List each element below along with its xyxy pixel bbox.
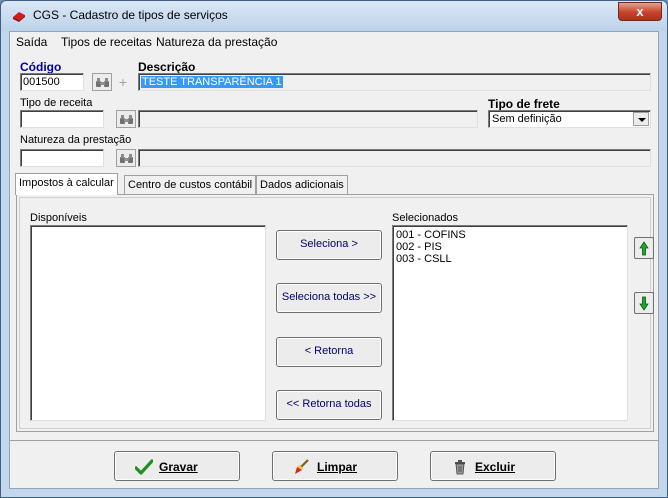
move-up-button[interactable] xyxy=(634,237,654,259)
disponiveis-list[interactable] xyxy=(30,225,266,421)
limpar-label: Limpar xyxy=(317,460,358,474)
seleciona-button[interactable]: Seleciona > xyxy=(276,230,382,260)
menu-bar: Saída Tipos de receitas Natureza da pres… xyxy=(10,32,658,52)
checkmark-icon xyxy=(135,459,153,475)
tab-centro-custos[interactable]: Centro de custos contábil xyxy=(124,175,257,195)
app-logo-icon xyxy=(13,12,25,22)
tab-dados-adicionais[interactable]: Dados adicionais xyxy=(256,175,348,195)
list-item[interactable]: 003 - CSLL xyxy=(393,253,627,265)
app-window: CGS - Cadastro de tipos de serviços x Sa… xyxy=(0,0,668,498)
gravar-button[interactable]: Gravar xyxy=(114,451,240,481)
tipo-frete-value: Sem definição xyxy=(492,113,562,125)
tipo-frete-label: Tipo de frete xyxy=(488,97,560,111)
list-item[interactable]: 001 - COFINS xyxy=(393,229,627,241)
codigo-search-button[interactable] xyxy=(92,73,112,91)
natureza-search-button[interactable] xyxy=(116,149,136,167)
disponiveis-label: Disponíveis xyxy=(30,212,87,224)
excluir-label: Excluir xyxy=(475,460,516,474)
panel-frame: Disponíveis Seleciona > Seleciona todas … xyxy=(19,197,654,429)
descricao-input[interactable]: TESTE TRANSPARÊNCIA 1 xyxy=(138,73,651,91)
tipo-receita-label: Tipo de receita xyxy=(20,97,93,109)
list-item[interactable]: 002 - PIS xyxy=(393,241,627,253)
binoculars-icon xyxy=(120,115,133,124)
natureza-label: Natureza da prestação xyxy=(20,134,132,146)
excluir-button[interactable]: Excluir xyxy=(430,451,556,481)
retorna-todas-button[interactable]: << Retorna todas xyxy=(276,390,382,420)
window-title: CGS - Cadastro de tipos de serviços xyxy=(33,8,228,22)
tipo-receita-input[interactable] xyxy=(20,110,104,128)
arrow-down-icon xyxy=(639,296,649,311)
codigo-label: Código xyxy=(20,60,62,74)
natureza-input[interactable] xyxy=(20,149,104,167)
menu-natureza-prestacao[interactable]: Natureza da prestação xyxy=(156,35,277,49)
menu-tipos-receitas[interactable]: Tipos de receitas xyxy=(61,35,152,49)
arrow-up-icon xyxy=(639,241,649,256)
close-button[interactable]: x xyxy=(618,2,662,21)
natureza-description xyxy=(138,149,651,167)
seleciona-todas-button[interactable]: Seleciona todas >> xyxy=(276,283,382,313)
move-down-button[interactable] xyxy=(634,292,654,314)
binoculars-icon xyxy=(96,78,109,87)
broom-icon xyxy=(295,459,309,474)
selecionados-label: Selecionados xyxy=(392,212,459,224)
selecionados-list[interactable]: 001 - COFINS 002 - PIS 003 - CSLL xyxy=(392,225,628,421)
descricao-label: Descrição xyxy=(138,60,196,74)
tab-panel-impostos: Disponíveis Seleciona > Seleciona todas … xyxy=(16,194,654,432)
menu-saida[interactable]: Saída xyxy=(16,35,47,49)
binoculars-icon xyxy=(120,154,133,163)
tab-impostos[interactable]: Impostos à calcular xyxy=(15,173,118,195)
retorna-button[interactable]: < Retorna xyxy=(276,337,382,367)
limpar-button[interactable]: Limpar xyxy=(272,451,398,481)
tipo-receita-description xyxy=(138,110,478,128)
codigo-input[interactable]: 001500 xyxy=(20,73,84,91)
descricao-selected-text: TESTE TRANSPARÊNCIA 1 xyxy=(141,76,283,88)
chevron-down-icon[interactable] xyxy=(633,112,649,126)
trash-icon xyxy=(455,460,465,475)
title-bar[interactable]: CGS - Cadastro de tipos de serviços x xyxy=(1,1,667,31)
add-icon[interactable]: + xyxy=(116,75,130,89)
action-bar: Gravar Limpar Excluir xyxy=(10,440,658,488)
tipo-receita-search-button[interactable] xyxy=(116,110,136,128)
client-area: Saída Tipos de receitas Natureza da pres… xyxy=(9,31,659,489)
tipo-frete-select[interactable]: Sem definição xyxy=(488,110,651,128)
gravar-label: Gravar xyxy=(159,460,198,474)
